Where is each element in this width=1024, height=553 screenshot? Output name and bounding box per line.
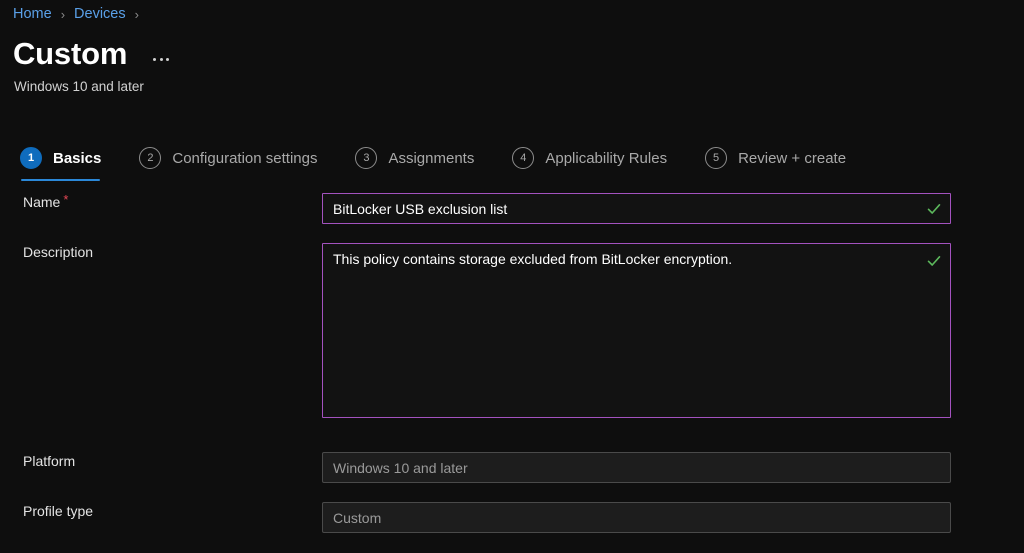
basics-form: Name* Description Pl (0, 193, 1024, 533)
page-title: Custom (13, 36, 127, 72)
tab-label: Applicability Rules (545, 150, 667, 167)
profile-type-input-readonly: Custom (322, 502, 951, 533)
profile-type-label-text: Profile type (23, 503, 93, 519)
wizard-tabs: 1 Basics 2 Configuration settings 3 Assi… (18, 141, 848, 183)
breadcrumb: Home › Devices › (13, 3, 148, 25)
azure-portal-blade: Home › Devices › Custom Windows 10 and l… (0, 0, 1024, 553)
breadcrumb-item-devices[interactable]: Devices (74, 6, 126, 22)
tab-assignments[interactable]: 3 Assignments (353, 141, 476, 175)
field-row-description: Description (0, 243, 1024, 423)
description-label-text: Description (23, 244, 93, 260)
ellipsis-dot (153, 58, 156, 61)
tab-label: Assignments (388, 150, 474, 167)
required-marker: * (63, 192, 68, 207)
tab-active-underline (21, 179, 100, 182)
platform-input-readonly: Windows 10 and later (322, 452, 951, 483)
tab-label: Review + create (738, 150, 846, 167)
page-subtitle: Windows 10 and later (14, 78, 144, 96)
tab-review-create[interactable]: 5 Review + create (703, 141, 848, 175)
name-control (322, 193, 951, 224)
ellipsis-dot (166, 58, 169, 61)
tab-step-number: 1 (20, 147, 42, 169)
tab-label: Basics (53, 150, 101, 167)
description-control (322, 243, 951, 423)
description-label: Description (0, 243, 322, 261)
page-header: Custom (13, 36, 171, 72)
name-label-text: Name (23, 194, 60, 210)
tab-step-number: 2 (139, 147, 161, 169)
field-row-name: Name* (0, 193, 1024, 224)
field-row-platform: Platform Windows 10 and later (0, 452, 1024, 483)
name-label: Name* (0, 193, 322, 211)
field-row-profile-type: Profile type Custom (0, 502, 1024, 533)
tab-configuration-settings[interactable]: 2 Configuration settings (137, 141, 319, 175)
chevron-right-icon: › (61, 8, 65, 21)
profile-type-label: Profile type (0, 502, 322, 520)
platform-label: Platform (0, 452, 322, 470)
breadcrumb-item-home[interactable]: Home (13, 6, 52, 22)
name-input[interactable] (322, 193, 951, 224)
ellipsis-dot (160, 58, 163, 61)
description-textarea[interactable] (322, 243, 951, 418)
tab-basics[interactable]: 1 Basics (18, 141, 103, 175)
platform-control: Windows 10 and later (322, 452, 951, 483)
chevron-right-icon: › (135, 8, 139, 21)
tab-applicability-rules[interactable]: 4 Applicability Rules (510, 141, 669, 175)
tab-label: Configuration settings (172, 150, 317, 167)
tab-step-number: 5 (705, 147, 727, 169)
tab-step-number: 4 (512, 147, 534, 169)
tab-step-number: 3 (355, 147, 377, 169)
platform-label-text: Platform (23, 453, 75, 469)
profile-type-control: Custom (322, 502, 951, 533)
more-actions-ellipsis-icon[interactable] (151, 54, 171, 65)
